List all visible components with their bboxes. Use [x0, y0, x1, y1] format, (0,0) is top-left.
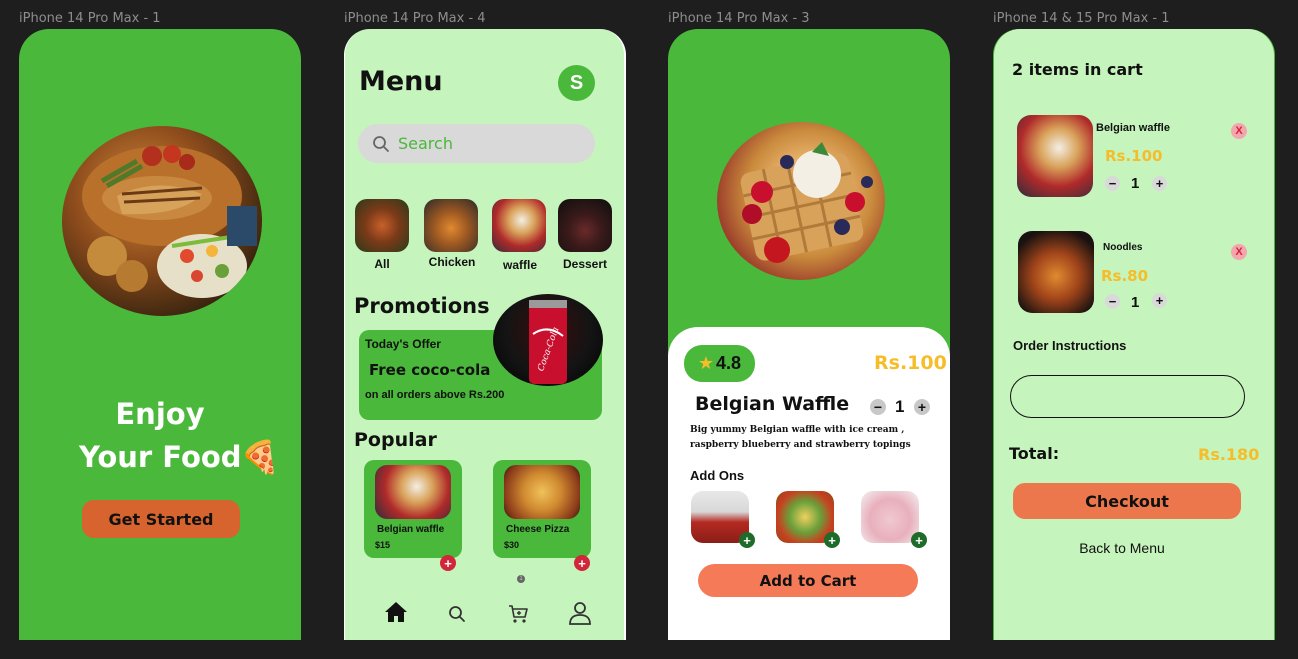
star-icon: ★ — [697, 353, 715, 373]
popular-card-pizza[interactable]: Cheese Pizza $30 — [493, 460, 591, 558]
menu-screen: Menu S Search All Chicken waffle Dessert… — [344, 29, 626, 640]
category-label-dessert[interactable]: Dessert — [553, 257, 617, 271]
search-placeholder: Search — [398, 134, 453, 153]
popular-price: $15 — [375, 540, 391, 550]
frame-label: iPhone 14 Pro Max - 4 — [344, 11, 486, 26]
user-icon[interactable] — [569, 601, 591, 625]
checkout-button[interactable]: Checkout — [1013, 483, 1241, 519]
category-chicken-image[interactable] — [424, 199, 478, 252]
category-label-chicken[interactable]: Chicken — [420, 255, 484, 269]
decrement-button[interactable]: − — [1105, 294, 1120, 309]
add-button[interactable]: + — [824, 532, 840, 548]
get-started-button[interactable]: Get Started — [82, 500, 240, 538]
instructions-label: Order Instructions — [1013, 338, 1127, 353]
add-to-cart-button[interactable]: Add to Cart — [698, 564, 918, 597]
cart-item-name: Noodles — [1103, 242, 1143, 253]
home-icon[interactable] — [384, 601, 408, 623]
add-button[interactable]: + — [440, 555, 456, 571]
rating-badge: ★ 4.8 — [684, 345, 755, 382]
popular-image — [375, 465, 451, 519]
detail-title: Belgian Waffle — [695, 393, 850, 415]
add-button[interactable]: + — [739, 532, 755, 548]
detail-description: Big yummy Belgian waffle with ice cream … — [690, 425, 911, 450]
cart-item-qty: 1 — [1131, 175, 1140, 192]
detail-screen: ★ 4.8 Rs.100 Belgian Waffle − 1 + Big yu… — [668, 29, 950, 640]
coke-can-image: Coca-Cola — [493, 294, 603, 386]
waffle-hero-image — [717, 122, 885, 280]
cart-item-price: Rs.80 — [1101, 267, 1149, 285]
decrement-button[interactable]: − — [870, 399, 886, 415]
add-button[interactable]: + — [574, 555, 590, 571]
increment-button[interactable]: + — [1152, 293, 1167, 308]
detail-price: Rs.100 — [874, 352, 947, 374]
popular-name: Cheese Pizza — [506, 524, 570, 535]
total-value: Rs.180 — [1198, 445, 1260, 464]
qty-value: 1 — [895, 397, 905, 416]
add-button[interactable]: + — [911, 532, 927, 548]
increment-button[interactable]: + — [914, 399, 930, 415]
cart-item-name: Belgian waffle — [1096, 122, 1170, 134]
cart-item-qty: 1 — [1131, 294, 1140, 311]
page-title: Menu — [359, 66, 443, 97]
popular-price: $30 — [504, 540, 520, 550]
remove-item-button[interactable]: X — [1231, 244, 1247, 260]
decrement-button[interactable]: − — [1105, 176, 1120, 191]
search-icon[interactable] — [448, 605, 466, 623]
popular-card-waffle[interactable]: Belgian waffle $15 — [364, 460, 462, 558]
cart-item-price: Rs.100 — [1105, 147, 1163, 165]
popular-name: Belgian waffle — [377, 524, 445, 535]
category-all-image[interactable] — [355, 199, 409, 252]
frame-label: iPhone 14 & 15 Pro Max - 1 — [993, 11, 1170, 26]
addon-smoothie-image[interactable] — [861, 491, 919, 543]
splash-title-line1: Enjoy — [115, 397, 205, 431]
promo-kicker: Today's Offer — [365, 337, 441, 351]
category-waffle-image[interactable] — [492, 199, 546, 252]
frame-label: iPhone 14 Pro Max - 1 — [19, 11, 161, 26]
cart-icon[interactable] — [508, 604, 528, 624]
splash-title-line2: Your Food — [79, 440, 242, 474]
remove-item-button[interactable]: X — [1231, 123, 1247, 139]
hero-food-image — [62, 126, 262, 316]
category-label-waffle[interactable]: waffle — [488, 258, 552, 272]
popular-image — [504, 465, 580, 519]
category-dessert-image[interactable] — [558, 199, 612, 252]
addons-heading: Add Ons — [690, 468, 745, 483]
splash-screen: Enjoy Your Food 🍕 Get Started — [19, 29, 301, 640]
promo-subtext: on all orders above Rs.200 — [365, 389, 505, 401]
pizza-icon: 🍕 — [240, 439, 280, 475]
order-instructions-input[interactable] — [1010, 375, 1245, 418]
promo-headline: Free coco-cola — [369, 361, 491, 379]
rating-value: 4.8 — [716, 353, 742, 373]
increment-button[interactable]: + — [1152, 176, 1167, 191]
cart-title: 2 items in cart — [1012, 60, 1143, 79]
cart-item-image — [1018, 231, 1094, 313]
cart-screen: 2 items in cart Belgian waffle Rs.100 − … — [994, 29, 1274, 640]
pager-dot[interactable]: 1 — [517, 575, 525, 583]
search-icon — [373, 135, 389, 152]
avatar[interactable]: S — [558, 65, 595, 101]
promotions-heading: Promotions — [354, 294, 490, 318]
cart-item-image — [1017, 115, 1093, 197]
popular-heading: Popular — [354, 429, 437, 451]
back-to-menu-link[interactable]: Back to Menu — [994, 540, 1250, 556]
frame-label: iPhone 14 Pro Max - 3 — [668, 11, 810, 26]
search-input[interactable]: Search — [358, 124, 595, 163]
category-label-all[interactable]: All — [350, 257, 414, 271]
total-label: Total: — [1009, 444, 1060, 463]
